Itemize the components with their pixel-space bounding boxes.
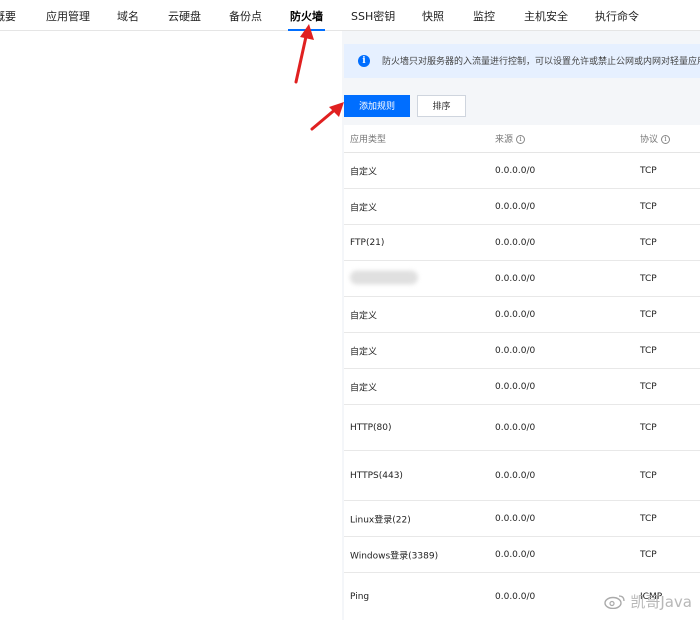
table-row: HTTP(80) 0.0.0.0/0 TCP (344, 405, 700, 451)
watermark-text: 凯哥Java (630, 593, 692, 611)
cell-app-type-redacted (350, 270, 418, 287)
cell-source: 0.0.0.0/0 (495, 422, 536, 433)
tab-host-security[interactable]: 主机安全 (524, 0, 568, 31)
cell-app-type: Linux登录(22) (350, 515, 411, 525)
weibo-icon (604, 595, 625, 609)
table-row: FTP(21) 0.0.0.0/0 TCP (344, 225, 700, 261)
add-rule-button[interactable]: 添加规则 (344, 95, 410, 117)
cell-protocol: TCP (640, 273, 657, 284)
table-row: 0.0.0.0/0 TCP (344, 261, 700, 297)
cell-source: 0.0.0.0/0 (495, 513, 536, 524)
table-row: Windows登录(3389) 0.0.0.0/0 TCP (344, 537, 700, 573)
table-row: 自定义 0.0.0.0/0 TCP (344, 369, 700, 405)
cell-source: 0.0.0.0/0 (495, 201, 536, 212)
watermark: 凯哥Java (604, 591, 692, 612)
header-source: 来源 i (495, 132, 526, 145)
cell-app-type: 自定义 (350, 167, 378, 177)
table-row: Linux登录(22) 0.0.0.0/0 TCP (344, 501, 700, 537)
sort-button[interactable]: 排序 (417, 95, 466, 117)
tab-cloud-disk[interactable]: 云硬盘 (168, 0, 201, 31)
cell-protocol: TCP (640, 381, 657, 392)
table-row: 自定义 0.0.0.0/0 TCP (344, 189, 700, 225)
info-notice: i 防火墙只对服务器的入流量进行控制，可以设置允许或禁止公网或内网对轻量应用 (344, 44, 700, 78)
cell-source: 0.0.0.0/0 (495, 381, 536, 392)
cell-protocol: TCP (640, 513, 657, 524)
protocol-info-icon[interactable]: i (661, 135, 671, 144)
tab-snapshot[interactable]: 快照 (422, 0, 444, 31)
cell-protocol: TCP (640, 165, 657, 176)
cell-protocol: TCP (640, 201, 657, 212)
table-row: HTTPS(443) 0.0.0.0/0 TCP (344, 451, 700, 501)
header-app-type: 应用类型 (350, 135, 387, 145)
cell-protocol: TCP (640, 345, 657, 356)
cell-app-type: 自定义 (350, 311, 378, 321)
cell-source: 0.0.0.0/0 (495, 470, 536, 481)
cell-protocol: TCP (640, 549, 657, 560)
cell-app-type: HTTPS(443) (350, 470, 403, 481)
source-info-icon[interactable]: i (516, 135, 526, 144)
table-row: 自定义 0.0.0.0/0 TCP (344, 297, 700, 333)
cell-app-type: Windows登录(3389) (350, 551, 439, 561)
tab-run-command[interactable]: 执行命令 (595, 0, 639, 31)
header-protocol: 协议 i (640, 132, 671, 145)
tab-firewall[interactable]: 防火墙 (288, 0, 325, 31)
cell-source: 0.0.0.0/0 (495, 237, 536, 248)
tab-domain[interactable]: 域名 (117, 0, 139, 31)
cell-app-type: Ping (350, 591, 370, 602)
cell-source: 0.0.0.0/0 (495, 309, 536, 320)
tab-overview[interactable]: 概要 (0, 0, 16, 31)
cell-app-type: HTTP(80) (350, 422, 392, 433)
cell-source: 0.0.0.0/0 (495, 549, 536, 560)
cell-app-type: 自定义 (350, 203, 378, 213)
tab-app-management[interactable]: 应用管理 (46, 0, 90, 31)
cell-app-type: 自定义 (350, 347, 378, 357)
info-icon: i (358, 55, 370, 67)
cell-protocol: TCP (640, 237, 657, 248)
cell-protocol: TCP (640, 309, 657, 320)
tab-backup-point[interactable]: 备份点 (229, 0, 262, 31)
notice-text: 防火墙只对服务器的入流量进行控制，可以设置允许或禁止公网或内网对轻量应用 (382, 57, 700, 67)
cell-source: 0.0.0.0/0 (495, 273, 536, 284)
table-row: 自定义 0.0.0.0/0 TCP (344, 333, 700, 369)
cell-app-type: 自定义 (350, 383, 378, 393)
cell-protocol: TCP (640, 470, 657, 481)
table-row: 自定义 0.0.0.0/0 TCP (344, 153, 700, 189)
cell-source: 0.0.0.0/0 (495, 591, 536, 602)
table-header: 应用类型 来源 i 协议 i (344, 125, 700, 153)
cell-source: 0.0.0.0/0 (495, 345, 536, 356)
annotation-arrow-icon (294, 24, 314, 84)
cell-source: 0.0.0.0/0 (495, 165, 536, 176)
redacted-text (350, 270, 418, 284)
tab-monitor[interactable]: 监控 (473, 0, 495, 31)
cell-app-type: FTP(21) (350, 237, 385, 248)
cell-protocol: TCP (640, 422, 657, 433)
firewall-rules-table: 应用类型 来源 i 协议 i 自定义 0.0.0.0/0 TCP 自定义 0.0.0… (344, 125, 700, 620)
tab-bar: 概要 应用管理 域名 云硬盘 备份点 防火墙 SSH密钥 快照 监控 主机安全 … (0, 0, 700, 31)
tab-ssh-key[interactable]: SSH密钥 (351, 0, 395, 31)
